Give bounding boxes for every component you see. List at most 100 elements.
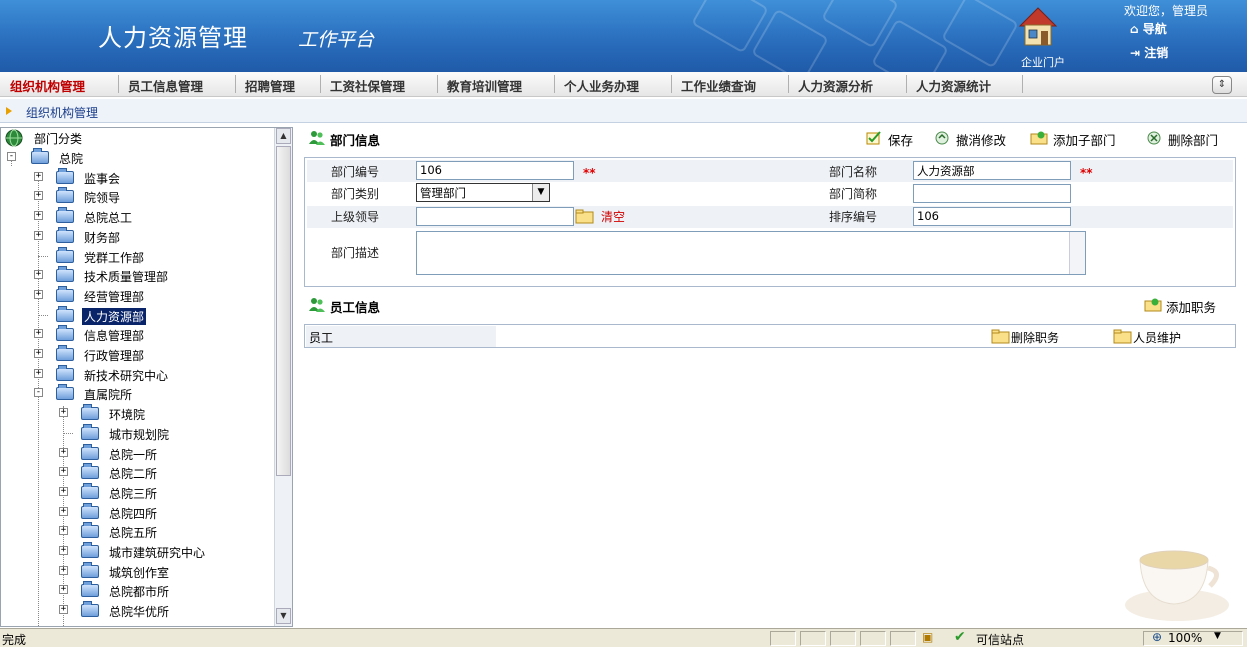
logout-link[interactable]: ⇥ 注销 [1130, 44, 1168, 61]
expand-icon[interactable]: + [59, 546, 68, 555]
tree-node[interactable]: + 新技术研究中心 [1, 364, 273, 384]
checkbox-icon [866, 131, 881, 145]
updown-icon: ⇕ [1217, 79, 1227, 90]
tree-node[interactable]: + 总院华优所 [1, 601, 273, 620]
menu-item-statistics[interactable]: 人力资源统计 [916, 76, 991, 95]
tree-node[interactable]: + 城筑创作室 [1, 561, 273, 581]
zoom-level[interactable]: 100% [1168, 631, 1202, 645]
add-position-button[interactable]: 添加职务 [1166, 297, 1216, 316]
undo-button[interactable]: 撤消修改 [956, 130, 1006, 149]
breadcrumb: 组织机构管理 [0, 99, 1247, 123]
tree-node[interactable]: + 信息管理部 [1, 325, 273, 344]
tree-node-label: 信息管理部 [84, 329, 145, 344]
tree-node[interactable]: + 城市建筑研究中心 [1, 542, 273, 561]
portal-link[interactable]: 企业门户 [1010, 4, 1080, 69]
menu-item-employee[interactable]: 员工信息管理 [128, 76, 203, 95]
tree-node-label: 院领导 [84, 191, 121, 206]
delete-position-button[interactable]: 删除职务 [1011, 329, 1059, 346]
tree-node[interactable]: - 总院 [1, 148, 273, 167]
desc-scrollbar[interactable] [1069, 232, 1085, 274]
tree-node[interactable]: + 总院五所 [1, 522, 273, 541]
status-cell [800, 631, 826, 646]
header-banner: 人力资源管理 工作平台 企业门户 欢迎您，管理员 ⌂ 导航 ⇥ 注销 [0, 0, 1247, 72]
tree-node[interactable]: + 总院一所 [1, 443, 273, 463]
tree-node[interactable]: + 总院二所 [1, 463, 273, 482]
expand-icon[interactable]: + [34, 349, 43, 358]
order-input[interactable]: 106 [913, 207, 1071, 226]
clear-leader-button[interactable]: 清空 [601, 208, 625, 225]
tree-node[interactable]: + 技术质量管理部 [1, 266, 273, 285]
chevron-down-icon[interactable]: ▼ [1214, 631, 1221, 641]
menu-item-personal[interactable]: 个人业务办理 [564, 76, 639, 95]
menu-item-analysis[interactable]: 人力资源分析 [798, 76, 873, 95]
tree-node[interactable]: + 院领导 [1, 187, 273, 206]
tree-node-label: 财务部 [84, 230, 121, 245]
folder-icon [81, 502, 99, 519]
folder-icon [56, 207, 74, 224]
tree-node[interactable]: - 直属院所 [1, 384, 273, 403]
nav-link[interactable]: ⌂ 导航 [1130, 20, 1167, 37]
expand-icon[interactable]: + [59, 447, 68, 457]
expand-icon[interactable]: + [34, 270, 43, 280]
expand-icon[interactable]: + [34, 289, 43, 299]
menu-item-salary[interactable]: 工资社保管理 [330, 76, 405, 95]
menu-item-performance[interactable]: 工作业绩查询 [681, 76, 756, 95]
maintain-staff-button[interactable]: 人员维护 [1133, 329, 1181, 346]
delete-dept-button[interactable]: 删除部门 [1168, 130, 1218, 149]
tree-node[interactable]: + 监事会 [1, 167, 273, 187]
expand-icon[interactable]: + [59, 585, 68, 595]
expand-icon[interactable]: + [34, 191, 43, 201]
tree-scrollbar[interactable]: ▲ ▼ [274, 128, 292, 626]
menu-item-org[interactable]: 组织机构管理 [10, 76, 85, 95]
expand-icon[interactable]: + [59, 408, 68, 418]
tree-node-label: 经营管理部 [84, 289, 145, 304]
collapse-header-button[interactable]: ⇕ [1212, 76, 1232, 94]
tree-node[interactable]: + 总院四所 [1, 502, 273, 522]
tree-node[interactable]: 人力资源部 [1, 305, 273, 325]
tree-node[interactable]: + 总院三所 [1, 482, 273, 502]
expand-icon[interactable]: + [34, 211, 43, 221]
tree-node-label: 总院总工 [84, 211, 133, 226]
scroll-up-icon[interactable]: ▲ [276, 128, 291, 144]
expand-icon[interactable]: + [59, 486, 68, 496]
status-cell [770, 631, 796, 646]
expand-icon[interactable]: + [34, 368, 43, 378]
dept-code-input[interactable]: 106 [416, 161, 574, 180]
expand-icon[interactable]: + [59, 506, 68, 516]
dept-type-select[interactable]: 管理部门 ▼ [416, 183, 550, 202]
dept-name-input[interactable]: 人力资源部 [913, 161, 1071, 180]
folder-icon [56, 246, 74, 263]
tree-node[interactable]: + 环境院 [1, 404, 273, 423]
expand-icon[interactable]: + [59, 605, 68, 615]
save-button[interactable]: 保存 [888, 130, 913, 149]
desc-textarea[interactable] [416, 231, 1086, 275]
expand-icon[interactable]: + [59, 526, 68, 536]
collapse-icon[interactable]: - [34, 388, 43, 398]
tree-node[interactable]: + 经营管理部 [1, 285, 273, 305]
tree-node[interactable]: 党群工作部 [1, 246, 273, 266]
expand-icon[interactable]: + [34, 171, 43, 181]
expand-icon[interactable]: + [34, 329, 43, 339]
tree-node-label: 总院三所 [109, 486, 158, 501]
expand-icon[interactable]: + [34, 230, 43, 240]
zoom-icon: ⊕ [1152, 630, 1163, 644]
scroll-thumb[interactable] [276, 146, 291, 476]
tree-node[interactable]: 城市规划院 [1, 423, 273, 443]
tree-node[interactable]: + 总院都市所 [1, 581, 273, 600]
scroll-down-icon[interactable]: ▼ [276, 608, 291, 624]
tree-node[interactable]: + 财务部 [1, 226, 273, 246]
add-child-dept-button[interactable]: 添加子部门 [1053, 130, 1116, 149]
collapse-icon[interactable]: - [7, 152, 16, 161]
menu-item-training[interactable]: 教育培训管理 [447, 76, 522, 95]
tree-node[interactable]: + 总院总工 [1, 207, 273, 226]
expand-icon[interactable]: + [59, 565, 68, 575]
dept-code-label: 部门编号 [331, 165, 380, 179]
expand-icon[interactable]: + [59, 467, 68, 477]
tree-node[interactable]: + 行政管理部 [1, 345, 273, 364]
dept-short-input[interactable] [913, 184, 1071, 203]
menu-item-recruit[interactable]: 招聘管理 [245, 76, 295, 95]
folder-icon[interactable] [575, 208, 595, 224]
chevron-down-icon[interactable]: ▼ [532, 184, 549, 201]
leader-input[interactable] [416, 207, 574, 226]
tree-node-label: 总院华优所 [109, 605, 170, 620]
